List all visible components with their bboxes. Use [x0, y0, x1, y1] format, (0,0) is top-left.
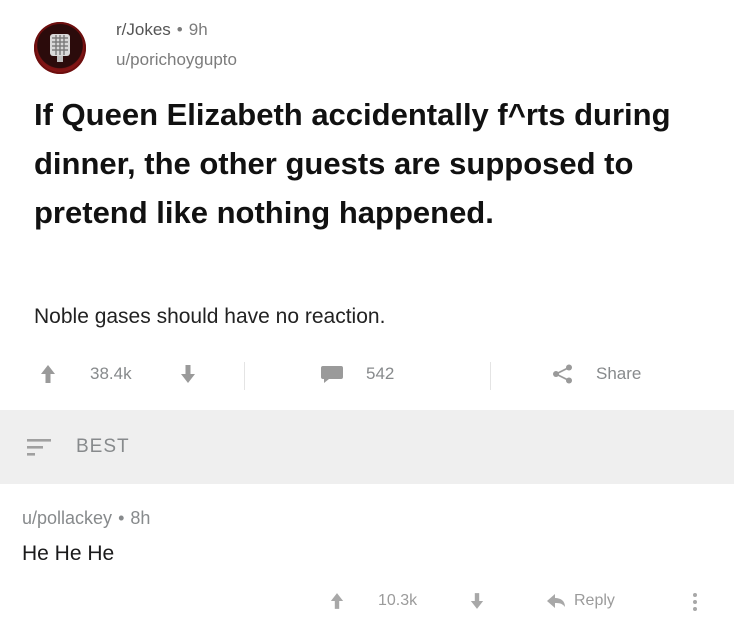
- comment-upvote-button[interactable]: [330, 592, 344, 610]
- arrow-up-icon: [41, 365, 55, 383]
- share-label: Share: [596, 364, 642, 383]
- post-body: Noble gases should have no reaction.: [34, 305, 386, 328]
- reply-label: Reply: [574, 592, 615, 609]
- comments-button[interactable]: 542: [320, 364, 394, 384]
- comment-action-bar: 10.3k Reply: [0, 592, 734, 620]
- post-age: 9h: [188, 20, 208, 39]
- sort-icon: [27, 439, 51, 456]
- comment-sort-bar[interactable]: BEST: [0, 410, 734, 484]
- post-title[interactable]: If Queen Elizabeth accidentally f^rts du…: [34, 90, 714, 237]
- comment-meta: u/pollackey • 8h: [22, 508, 150, 529]
- comment-body: He He He: [22, 542, 115, 565]
- subreddit-avatar[interactable]: [34, 22, 86, 74]
- reply-arrow-icon: [547, 594, 565, 608]
- divider: [490, 362, 491, 390]
- microphone-icon: [50, 34, 70, 62]
- divider: [244, 362, 245, 390]
- more-vertical-icon: [693, 593, 697, 611]
- comment-age: 8h: [130, 508, 151, 528]
- share-icon: [553, 364, 572, 384]
- reply-button[interactable]: Reply: [546, 592, 615, 610]
- subreddit-line: r/Jokes • 9h: [116, 20, 208, 40]
- post-action-bar: 38.4k 542 Share: [34, 356, 714, 396]
- comment-downvote-button[interactable]: [470, 592, 484, 610]
- comment: u/pollackey • 8h He He He 10.3k Reply: [0, 484, 734, 620]
- comment-author[interactable]: u/pollackey: [22, 508, 112, 528]
- arrow-up-icon: [330, 593, 344, 609]
- downvote-button[interactable]: [180, 364, 196, 384]
- post-author[interactable]: u/porichoygupto: [116, 50, 237, 70]
- comment-count: 542: [366, 364, 395, 383]
- post-header: r/Jokes • 9h u/porichoygupto: [34, 14, 674, 78]
- subreddit-name[interactable]: r/Jokes: [116, 20, 171, 39]
- more-options-button[interactable]: [692, 592, 698, 612]
- sort-label: BEST: [76, 436, 130, 457]
- meta-separator: •: [176, 20, 183, 39]
- post-vote-count: 38.4k: [90, 364, 132, 383]
- arrow-down-icon: [470, 593, 484, 609]
- comment-vote-count: 10.3k: [378, 592, 418, 609]
- arrow-down-icon: [181, 365, 195, 383]
- share-button[interactable]: Share: [552, 364, 641, 384]
- comment-bubble-icon: [321, 366, 343, 383]
- upvote-button[interactable]: [40, 364, 56, 384]
- meta-separator: •: [118, 508, 125, 528]
